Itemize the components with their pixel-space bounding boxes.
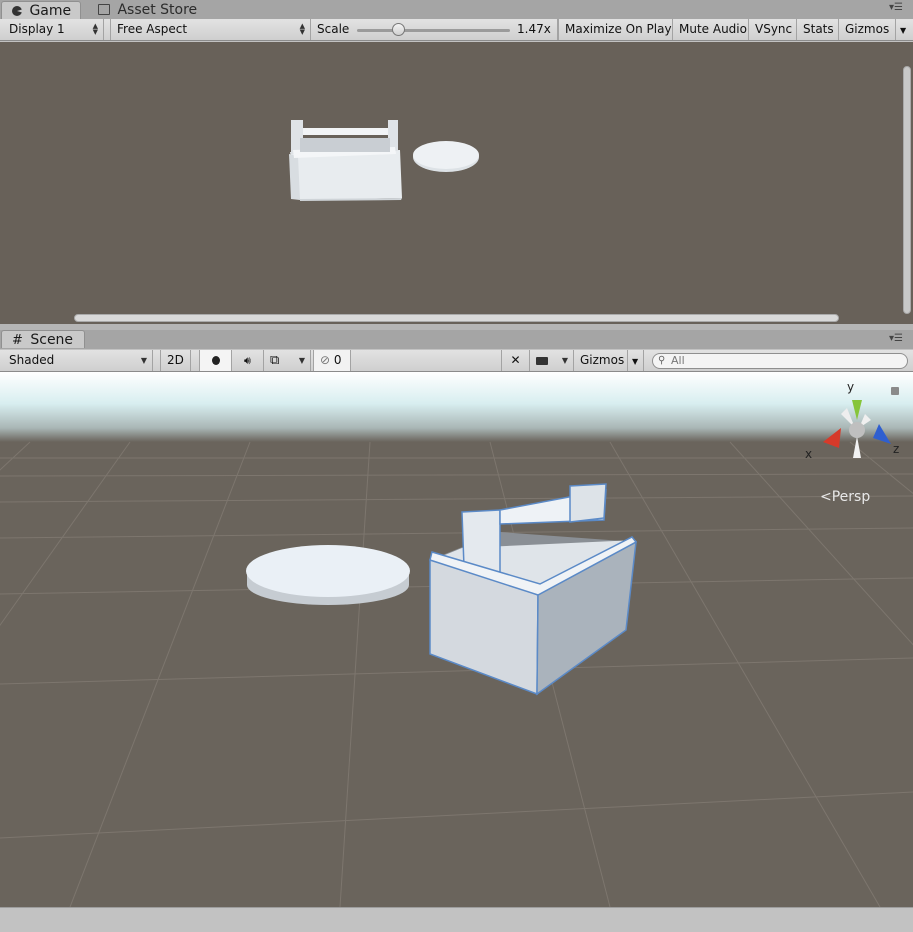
game-horizontal-scrollbar[interactable] [74, 314, 839, 322]
aspect-dropdown-label: Free Aspect [117, 22, 188, 36]
scene-search-input[interactable]: ⚲ All [652, 353, 908, 369]
lock-bag-icon [98, 4, 110, 15]
chevron-down-icon: ▼ [900, 26, 907, 35]
scene-viewport[interactable]: y x z <Persp [0, 372, 913, 907]
tab-game-label: Game [29, 3, 72, 19]
chevron-down-icon: ▼ [561, 356, 568, 365]
display-dropdown-label: Display 1 [9, 22, 65, 36]
maximize-on-play-toggle[interactable]: Maximize On Play [558, 19, 673, 40]
tab-scene[interactable]: # Scene [1, 330, 85, 348]
dropdown-updown-icon: ▲ ▼ [299, 22, 305, 36]
chevron-down-icon: ▼ [298, 356, 305, 365]
lock-icon[interactable] [891, 387, 899, 395]
game-pane-menu-icon[interactable]: ▾☰ [889, 2, 903, 13]
axis-z-label: z [893, 442, 900, 456]
shading-mode-dropdown[interactable]: Shaded ▼ [3, 350, 153, 371]
vsync-toggle[interactable]: VSync [749, 19, 797, 40]
grid-hash-icon: # [12, 333, 23, 348]
panel-divider[interactable] [0, 324, 913, 330]
status-bar [0, 907, 913, 932]
tab-game[interactable]: Game [1, 1, 81, 19]
hidden-objects-toggle[interactable]: ⊘ 0 [313, 350, 351, 371]
scene-toolbox-object [429, 483, 638, 696]
scene-tools-toggle[interactable]: ✕ [501, 350, 530, 371]
game-viewport[interactable] [0, 42, 913, 324]
display-dropdown[interactable]: Display 1 ▲ ▼ [3, 19, 104, 40]
pacman-icon [12, 6, 22, 16]
shading-mode-label: Shaded [9, 353, 55, 367]
axis-x-label: x [805, 447, 813, 461]
aspect-dropdown[interactable]: Free Aspect ▲ ▼ [110, 19, 311, 40]
layers-effects-icon: ⧉ [270, 353, 280, 368]
lighting-toggle[interactable] [199, 350, 232, 371]
scene-disc-object [246, 545, 410, 605]
camera-dropdown[interactable]: ▼ [530, 350, 574, 371]
hidden-count: 0 [333, 353, 342, 367]
eye-slash-icon: ⊘ [320, 353, 331, 367]
lightbulb-icon [211, 356, 220, 365]
search-icon: ⚲ [658, 355, 666, 366]
tab-asset-store[interactable]: Asset Store [88, 1, 208, 19]
game-toolbox-object [289, 120, 402, 201]
tab-scene-label: Scene [30, 332, 74, 348]
sky-horizon [0, 372, 913, 442]
scene-gizmos-dropdown[interactable]: ▼ [628, 350, 644, 371]
crossed-tools-icon: ✕ [510, 353, 521, 367]
scene-toolbar: Shaded ▼ 2D 🔊︎ ⧉ ▼ ⊘ 0 ✕ ▼ Gizmos ▼ ⚲ Al… [0, 350, 913, 372]
mode-2d-toggle[interactable]: 2D [160, 350, 191, 371]
mute-audio-toggle[interactable]: Mute Audio [673, 19, 749, 40]
speaker-icon: 🔊︎ [244, 354, 251, 367]
dropdown-updown-icon: ▲ ▼ [92, 22, 98, 36]
scene-gizmos-toggle[interactable]: Gizmos [574, 350, 628, 371]
projection-label: Persp [831, 489, 871, 505]
projection-toggle[interactable]: <Persp [820, 489, 870, 505]
game-gizmos-dropdown[interactable]: ▼ [896, 19, 913, 40]
scale-slider-track[interactable] [357, 29, 510, 32]
chevron-down-icon: ▼ [632, 357, 639, 366]
scale-label: Scale [317, 22, 350, 36]
game-vertical-scrollbar[interactable] [903, 66, 911, 314]
stats-toggle[interactable]: Stats [797, 19, 839, 40]
scale-slider-thumb[interactable] [392, 23, 405, 36]
axis-y-label: y [847, 380, 855, 394]
scene-render [0, 372, 913, 907]
effects-dropdown[interactable]: ⧉ ▼ [264, 350, 311, 371]
search-placeholder: All [671, 354, 685, 367]
tab-asset-store-label: Asset Store [117, 2, 198, 18]
chevron-down-icon: ▼ [140, 356, 147, 365]
scene-tabbar [0, 330, 913, 349]
persp-chevron-icon: < [820, 489, 832, 505]
game-gizmos-toggle[interactable]: Gizmos [839, 19, 896, 40]
ground-grid [0, 441, 913, 907]
audio-toggle[interactable]: 🔊︎ [232, 350, 264, 371]
scene-pane-menu-icon[interactable]: ▾☰ [889, 333, 903, 344]
scale-value: 1.47x [517, 22, 551, 36]
camera-icon [536, 357, 548, 365]
game-render [289, 120, 479, 201]
game-toolbar: Display 1 ▲ ▼ Free Aspect ▲ ▼ Scale 1.47x … [0, 19, 913, 41]
